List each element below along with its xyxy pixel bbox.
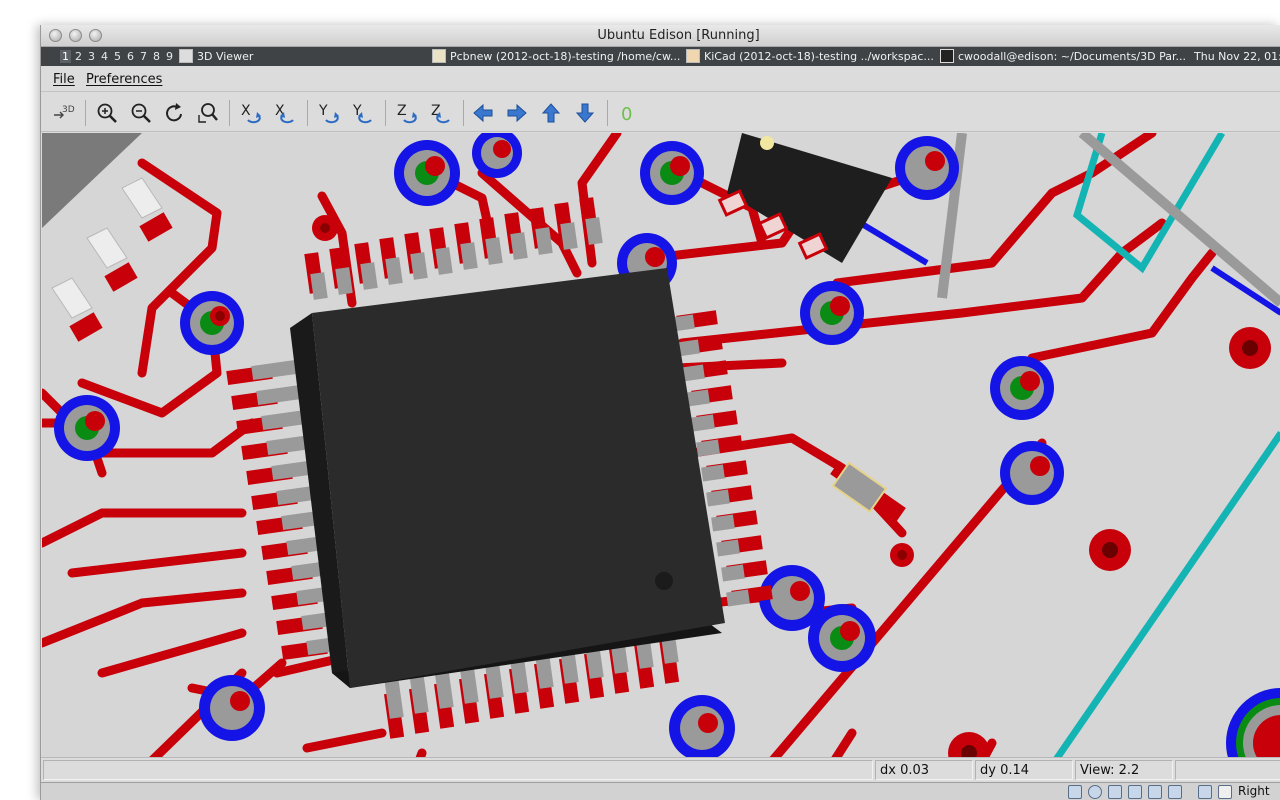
rotate-y-icon: Y: [318, 103, 339, 124]
shared-folder-icon[interactable]: [1148, 785, 1162, 799]
zoom-out-button[interactable]: [127, 99, 155, 127]
workspace-8[interactable]: 8: [151, 50, 162, 63]
status-view: View: 2.2: [1075, 760, 1173, 780]
workspace-5[interactable]: 5: [112, 50, 123, 63]
rotate-x-pos-button[interactable]: X: [271, 99, 299, 127]
vm-status-bar: Right: [41, 782, 1280, 800]
arrow-right-icon: [507, 103, 527, 123]
rotate-z-icon: Z: [431, 103, 450, 124]
toolbar-separator: [463, 100, 464, 126]
3d-options-icon: 3D: [54, 105, 75, 119]
svg-text:X: X: [241, 103, 251, 119]
toolbar-separator: [307, 100, 308, 126]
terminal-icon: [940, 49, 954, 63]
redraw-button[interactable]: [161, 99, 189, 127]
toolbar-separator: [385, 100, 386, 126]
network-icon[interactable]: [1128, 785, 1142, 799]
menu-preferences[interactable]: Preferences: [86, 72, 162, 87]
mouse-integration-icon[interactable]: [1198, 785, 1212, 799]
task-3d-viewer[interactable]: 3D Viewer: [197, 50, 253, 63]
move-up-button[interactable]: [537, 99, 565, 127]
menu-file[interactable]: File: [53, 72, 75, 87]
redraw-icon: [166, 103, 182, 122]
zoom-fit-icon: [198, 103, 218, 123]
desktop: Ubuntu Edison [Running] 1 2 3 4 5 6 7 8 …: [0, 0, 1280, 800]
move-down-button[interactable]: [571, 99, 599, 127]
ortho-button[interactable]: 0: [613, 99, 641, 127]
workspace-2[interactable]: 2: [73, 50, 84, 63]
status-dy: dy 0.14: [975, 760, 1073, 780]
menu-bar: File Preferences: [41, 66, 1280, 92]
rotate-z-neg-button[interactable]: Z: [393, 99, 421, 127]
qfp-chip: [290, 268, 725, 688]
ortho-icon: 0: [621, 104, 632, 125]
zoom-fit-button[interactable]: [194, 99, 222, 127]
svg-text:Y: Y: [318, 103, 328, 119]
rotate-y-pos-button[interactable]: Y: [349, 99, 377, 127]
status-dx: dx 0.03: [875, 760, 973, 780]
3d-options-button[interactable]: 3D: [49, 99, 77, 127]
kicad-icon: [686, 49, 700, 63]
workspace-1[interactable]: 1: [60, 50, 71, 63]
display-icon[interactable]: [1168, 785, 1182, 799]
usb-icon[interactable]: [1108, 785, 1122, 799]
svg-text:3D: 3D: [62, 105, 75, 115]
vm-window: Ubuntu Edison [Running] 1 2 3 4 5 6 7 8 …: [40, 25, 1280, 800]
rotate-x-icon: X: [275, 103, 294, 124]
window-titlebar: Ubuntu Edison [Running]: [41, 25, 1280, 47]
workspace-4[interactable]: 4: [99, 50, 110, 63]
keyboard-capture-icon[interactable]: [1218, 785, 1232, 799]
3d-canvas[interactable]: [42, 133, 1280, 780]
hard-disk-icon[interactable]: [1068, 785, 1082, 799]
arrow-down-icon: [575, 103, 595, 123]
pcbnew-icon: [432, 49, 446, 63]
workspace-6[interactable]: 6: [125, 50, 136, 63]
svg-text:Z: Z: [397, 103, 407, 119]
rotate-y-icon: Y: [352, 103, 372, 124]
zoom-in-icon: [97, 103, 117, 123]
svg-text:0: 0: [621, 104, 632, 125]
rotate-y-neg-button[interactable]: Y: [315, 99, 343, 127]
zoom-in-button[interactable]: [93, 99, 121, 127]
workspace-9[interactable]: 9: [164, 50, 175, 63]
3d-viewer-icon: [179, 49, 193, 63]
window-title: Ubuntu Edison [Running]: [597, 28, 760, 43]
status-bar: dx 0.03 dy 0.14 View: 2.2: [41, 757, 1280, 781]
rotate-z-icon: Z: [397, 103, 417, 124]
arrow-up-icon: [541, 103, 561, 123]
zoom-out-icon: [131, 103, 151, 123]
guest-taskbar: 1 2 3 4 5 6 7 8 9 3D Viewer Pcbnew (2012…: [41, 47, 1280, 66]
host-key-label: Right: [1238, 784, 1270, 798]
arrow-left-icon: [473, 103, 493, 123]
panel-clock[interactable]: Thu Nov 22, 01:: [1194, 50, 1280, 63]
rotate-x-icon: X: [241, 103, 261, 124]
task-kicad[interactable]: KiCad (2012-oct-18)-testing ../workspac.…: [704, 50, 934, 63]
status-extra: [1175, 760, 1280, 780]
task-terminal[interactable]: cwoodall@edison: ~/Documents/3D Par...: [958, 50, 1186, 63]
workspace-3[interactable]: 3: [86, 50, 97, 63]
status-message: [43, 760, 873, 780]
toolbar-separator: [607, 100, 608, 126]
toolbar: 3D X X Y Y Z Z 0: [41, 93, 1280, 132]
task-pcbnew[interactable]: Pcbnew (2012-oct-18)-testing /home/cw...: [450, 50, 680, 63]
pcb-3d-render[interactable]: [42, 133, 1280, 780]
toolbar-separator: [85, 100, 86, 126]
rotate-z-pos-button[interactable]: Z: [427, 99, 455, 127]
optical-drive-icon[interactable]: [1088, 785, 1102, 799]
toolbar-separator: [229, 100, 230, 126]
move-right-button[interactable]: [503, 99, 531, 127]
rotate-x-neg-button[interactable]: X: [237, 99, 265, 127]
workspace-7[interactable]: 7: [138, 50, 149, 63]
move-left-button[interactable]: [469, 99, 497, 127]
